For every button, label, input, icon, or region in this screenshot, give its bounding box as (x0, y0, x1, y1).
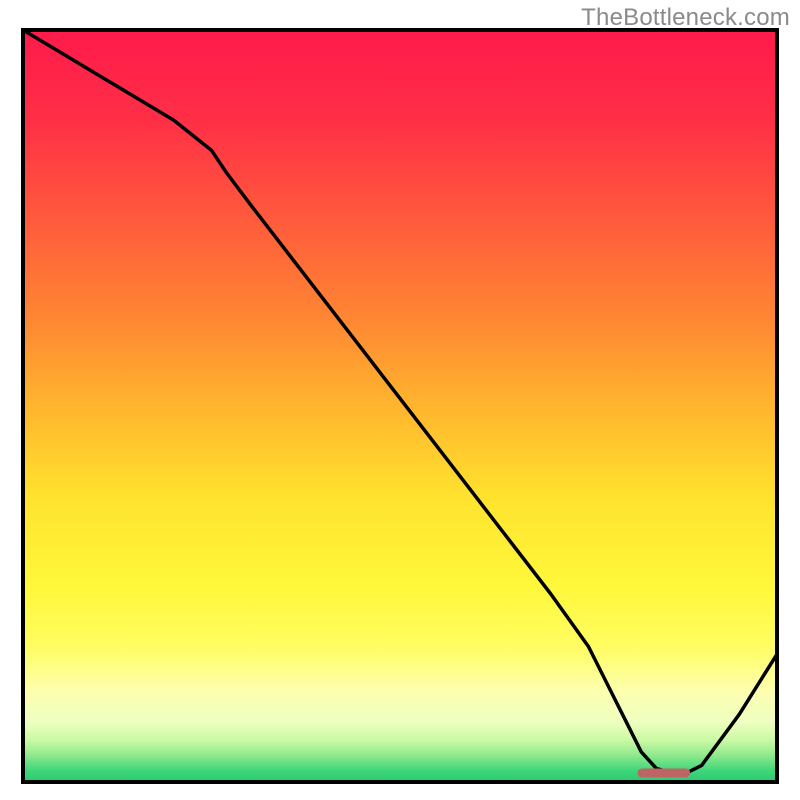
watermark-text: TheBottleneck.com (581, 4, 790, 32)
bottleneck-chart (0, 0, 800, 800)
chart-container: TheBottleneck.com (0, 0, 800, 800)
chart-background (23, 30, 777, 782)
optimal-marker (638, 768, 691, 777)
